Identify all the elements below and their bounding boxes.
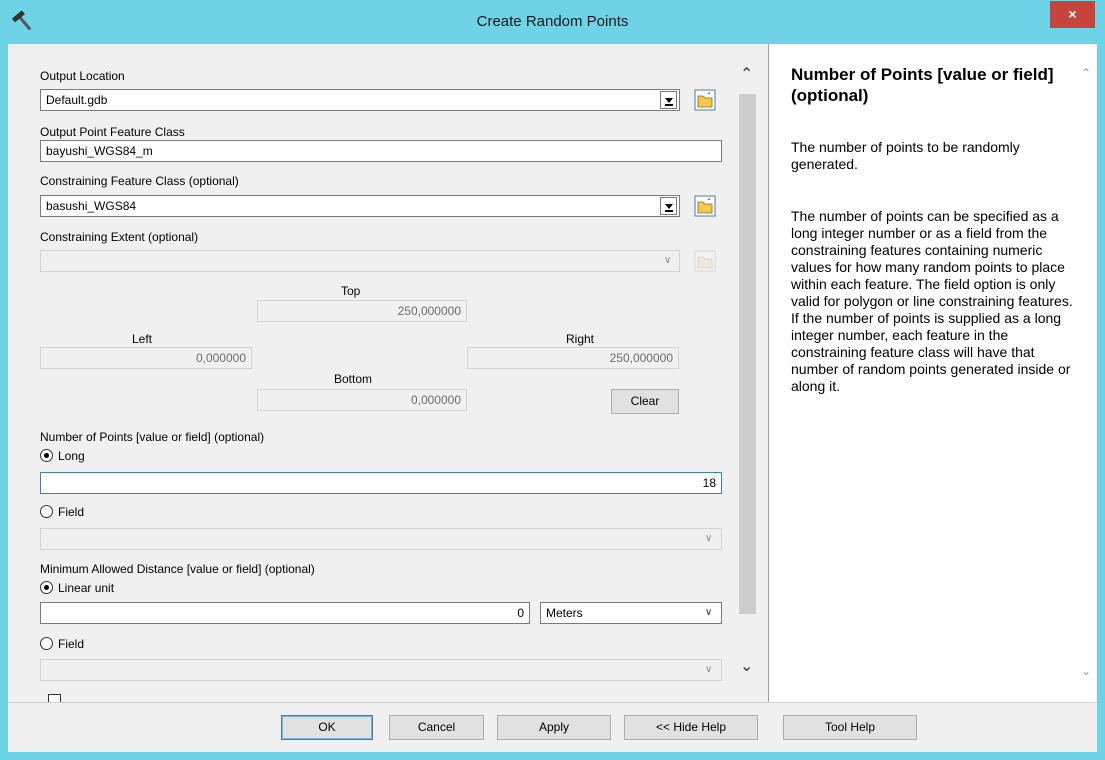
min-distance-field-radio[interactable] (40, 637, 53, 650)
constraining-feature-class-field[interactable]: basushi_WGS84 (40, 195, 680, 217)
output-location-dropdown-icon[interactable] (660, 91, 677, 109)
number-of-points-field-select[interactable] (40, 528, 722, 550)
scroll-down-icon[interactable]: ⌄ (740, 656, 753, 676)
constraining-feature-class-dropdown-icon[interactable] (660, 197, 677, 215)
extent-top-label: Top (341, 284, 361, 298)
constraining-extent-label: Constraining Extent (optional) (40, 230, 199, 244)
chevron-down-icon: ∨ (705, 664, 713, 675)
hide-help-button[interactable]: << Hide Help (624, 715, 758, 740)
linear-unit-radio[interactable] (40, 581, 53, 594)
number-of-points-label: Number of Points [value or field] (optio… (40, 430, 265, 444)
window-title: Create Random Points (476, 13, 629, 30)
parameters-panel: Output Location Default.gdb Output Point… (8, 44, 764, 702)
min-distance-field-radio-label: Field (58, 637, 85, 651)
browse-folder-icon[interactable] (694, 89, 716, 111)
dialog-body: Output Location Default.gdb Output Point… (8, 44, 1097, 752)
ok-button[interactable]: OK (281, 715, 373, 740)
help-paragraph-1: The number of points to be randomly gene… (791, 139, 1020, 172)
number-of-points-input[interactable]: 18 (40, 472, 722, 494)
chevron-down-icon: ∨ (664, 255, 672, 266)
browse-folder-icon[interactable] (694, 195, 716, 217)
clear-extent-button[interactable]: Clear (611, 389, 679, 414)
constraining-feature-class-label: Constraining Feature Class (optional) (40, 174, 239, 188)
output-location-label: Output Location (40, 69, 125, 83)
help-panel: Number of Points [value or field] (optio… (768, 44, 1097, 702)
scrollbar-thumb[interactable] (739, 94, 756, 614)
extent-left-label: Left (132, 332, 153, 346)
cancel-button[interactable]: Cancel (389, 715, 484, 740)
tool-help-button[interactable]: Tool Help (783, 715, 917, 740)
extent-right-label: Right (566, 332, 595, 346)
field-radio-label: Field (58, 505, 85, 519)
title-bar[interactable]: Create Random Points × (0, 0, 1105, 44)
constraining-extent-field[interactable] (40, 250, 680, 272)
scroll-up-icon[interactable]: ⌃ (740, 64, 753, 84)
apply-button[interactable]: Apply (497, 715, 611, 740)
extent-right-field[interactable]: 250,000000 (467, 347, 679, 369)
extent-bottom-field[interactable]: 0,000000 (257, 389, 467, 411)
output-feature-class-label: Output Point Feature Class (40, 125, 185, 139)
min-distance-field-select[interactable] (40, 659, 722, 681)
output-location-field[interactable]: Default.gdb (40, 89, 680, 111)
linear-unit-radio-label: Linear unit (58, 581, 115, 595)
extent-bottom-label: Bottom (334, 372, 373, 386)
extent-top-field[interactable]: 250,000000 (257, 300, 467, 322)
output-feature-class-field[interactable]: bayushi_WGS84_m (40, 140, 722, 162)
button-bar: OK Cancel Apply << Hide Help Tool Help (8, 702, 1097, 752)
dialog-window: Create Random Points × Output Location D… (0, 0, 1105, 760)
help-scroll-up-icon[interactable]: ⌃ (1081, 66, 1091, 80)
help-title: Number of Points [value or field] (optio… (791, 65, 1054, 105)
long-radio[interactable] (40, 449, 53, 462)
chevron-down-icon: ∨ (705, 533, 713, 544)
help-paragraph-2: The number of points can be specified as… (791, 208, 1073, 394)
close-button[interactable]: × (1050, 1, 1095, 28)
extent-left-field[interactable]: 0,000000 (40, 347, 252, 369)
browse-folder-icon[interactable] (694, 250, 716, 272)
long-radio-label: Long (58, 449, 85, 463)
parameters-scrollbar[interactable]: ⌃ ⌄ (735, 64, 759, 702)
min-distance-input[interactable]: 0 (40, 602, 530, 624)
checkbox[interactable] (48, 694, 61, 702)
field-radio[interactable] (40, 505, 53, 518)
distance-unit-select[interactable]: Meters (540, 602, 722, 624)
chevron-down-icon: ∨ (705, 607, 713, 618)
min-distance-label: Minimum Allowed Distance [value or field… (40, 562, 315, 576)
help-scroll-down-icon[interactable]: ⌄ (1081, 664, 1091, 678)
